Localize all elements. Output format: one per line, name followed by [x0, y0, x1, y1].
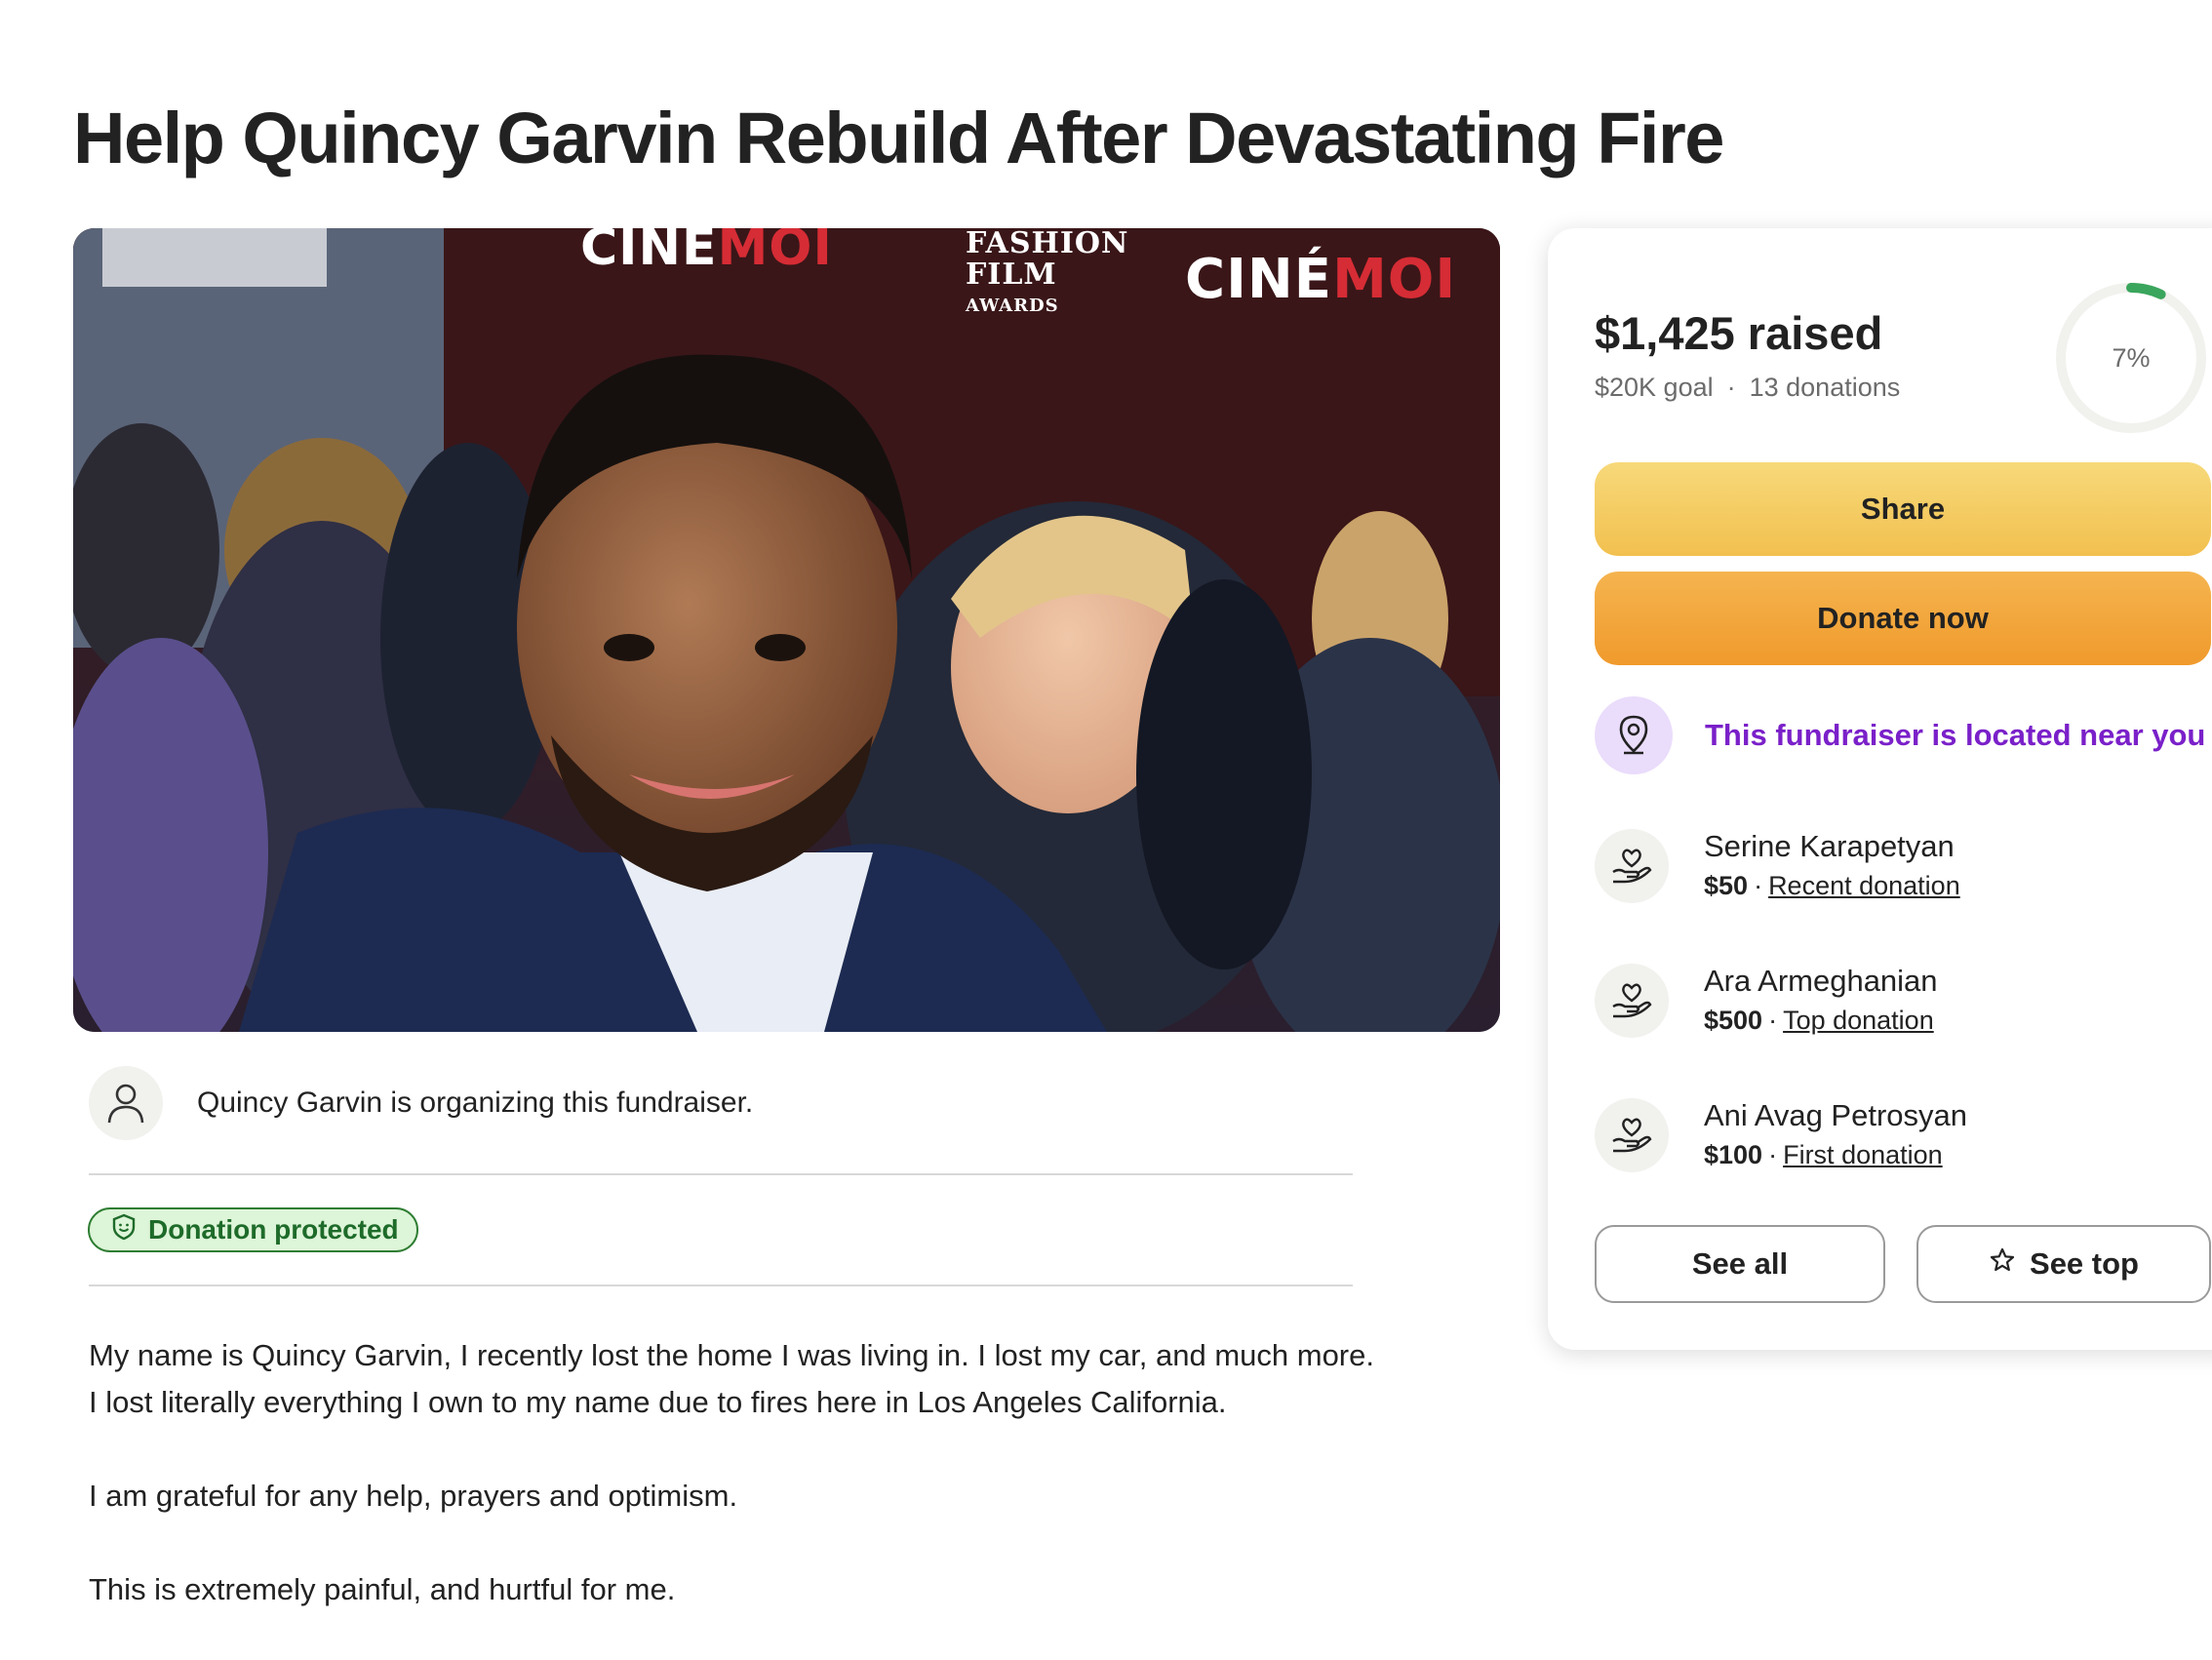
- hero-backdrop-text: CINÉMOI: [1185, 248, 1457, 311]
- hero-backdrop-text: CINEMOI: [580, 228, 833, 277]
- donor-name: Serine Karapetyan: [1704, 829, 1955, 863]
- location-notice-text: This fundraiser is located near you: [1705, 718, 2206, 752]
- location-notice[interactable]: This fundraiser is located near you: [1595, 696, 2205, 774]
- donation-protected-badge[interactable]: Donation protected: [88, 1207, 418, 1252]
- divider: [89, 1173, 1353, 1175]
- heart-hand-icon: [1595, 964, 1669, 1038]
- goal-line: $20K goal · 13 donations: [1595, 373, 1901, 402]
- story-text: My name is Quincy Garvin, I recently los…: [89, 1332, 1386, 1660]
- see-all-label: See all: [1691, 1246, 1789, 1281]
- see-top-label: See top: [2030, 1246, 2139, 1281]
- map-pin-icon: [1595, 696, 1673, 774]
- hero-backdrop-text: FASHION FILM AWARDS: [966, 228, 1129, 316]
- donation-count: 13 donations: [1749, 373, 1901, 402]
- page-title: Help Quincy Garvin Rebuild After Devasta…: [73, 98, 1724, 178]
- donate-now-button[interactable]: Donate now: [1595, 572, 2211, 665]
- see-top-button[interactable]: See top: [1916, 1225, 2211, 1303]
- donation-protected-label: Donation protected: [148, 1214, 399, 1245]
- hero-photo: CINEMOI CINÉMOI FASHION FILM AWARDS: [73, 228, 1500, 1032]
- user-icon: [89, 1066, 163, 1140]
- story-paragraph: This is extremely painful, and hurtful f…: [89, 1572, 676, 1606]
- donation-card: $1,425 raised $20K goal · 13 donations 7% …: [1548, 228, 2212, 1350]
- donor-tag[interactable]: Top donation: [1783, 1006, 1934, 1035]
- hero-illustration: [73, 228, 1500, 1032]
- divider: [89, 1285, 1353, 1286]
- donor-name: Ani Avag Petrosyan: [1704, 1098, 1967, 1132]
- amount-raised: $1,425 raised: [1595, 307, 1883, 359]
- donor-row: Ani Avag Petrosyan $100 · First donation: [1595, 1096, 1967, 1174]
- donor-name: Ara Armeghanian: [1704, 964, 1938, 998]
- shield-icon: [111, 1213, 137, 1247]
- story-paragraph: My name is Quincy Garvin, I recently los…: [89, 1338, 1374, 1419]
- heart-hand-icon: [1595, 829, 1669, 903]
- star-icon: [1989, 1246, 2016, 1282]
- donor-row: Ara Armeghanian $500 · Top donation: [1595, 962, 1938, 1040]
- share-button[interactable]: Share: [1595, 462, 2211, 556]
- donor-amount: $100: [1704, 1140, 1763, 1169]
- donor-amount: $50: [1704, 871, 1749, 900]
- donor-amount: $500: [1704, 1006, 1763, 1035]
- organizer-row: Quincy Garvin is organizing this fundrai…: [89, 1066, 753, 1140]
- progress-percent: 7%: [2112, 342, 2151, 373]
- organizer-text: Quincy Garvin is organizing this fundrai…: [197, 1087, 754, 1119]
- heart-hand-icon: [1595, 1098, 1669, 1172]
- see-all-button[interactable]: See all: [1595, 1225, 1885, 1303]
- story-paragraph: I am grateful for any help, prayers and …: [89, 1479, 738, 1513]
- donor-tag[interactable]: First donation: [1783, 1140, 1943, 1169]
- goal-amount: $20K goal: [1595, 373, 1714, 402]
- donor-row: Serine Karapetyan $50 · Recent donation: [1595, 827, 1960, 905]
- donor-tag[interactable]: Recent donation: [1768, 871, 1960, 900]
